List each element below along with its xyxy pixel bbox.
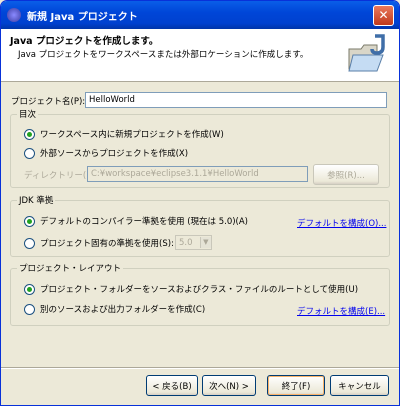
finish-button[interactable]: 終了(F) (267, 375, 325, 396)
option-project-compliance-label: プロジェクト固有の準拠を使用(S): (40, 239, 174, 249)
option-root-folder-label: プロジェクト・フォルダーをソースおよびクラス・ファイルのルートとして使用(U) (40, 285, 359, 295)
close-button[interactable]: ✕ (373, 5, 394, 26)
compliance-select[interactable]: 5.0 ▼ (175, 235, 212, 250)
window-title: 新規 Java プロジェクト (27, 12, 138, 23)
configure-jdk-link[interactable]: デフォルトを構成(O)... (297, 217, 386, 229)
option-project-compliance[interactable]: プロジェクト固有の準拠を使用(S): (24, 237, 174, 249)
wizard-banner: Java プロジェクトを作成します。 Java プロジェクトをワークスペースまた… (1, 29, 399, 82)
radio-selected-icon (24, 128, 35, 140)
chevron-down-icon: ▼ (199, 237, 211, 248)
project-name-label: プロジェクト名(P): (11, 97, 86, 107)
title-bar[interactable]: 新規 Java プロジェクト ✕ (1, 1, 399, 29)
option-root-folder[interactable]: プロジェクト・フォルダーをソースおよびクラス・ファイルのルートとして使用(U) (24, 283, 358, 295)
eclipse-icon (7, 8, 21, 22)
browse-button[interactable]: 参照(R)... (313, 164, 379, 185)
configure-layout-link[interactable]: デフォルトを構成(E)... (297, 305, 385, 317)
next-button[interactable]: 次へ(N) > (202, 375, 256, 396)
project-name-input[interactable] (85, 92, 387, 108)
radio-unselected-icon (24, 303, 35, 315)
radio-selected-icon (24, 283, 35, 295)
option-separate-folders-label: 別のソースおよび出力フォルダーを作成(C) (40, 305, 206, 315)
option-new-project[interactable]: ワークスペース内に新規プロジェクトを作成(W) (24, 128, 224, 140)
option-new-project-label: ワークスペース内に新規プロジェクトを作成(W) (40, 130, 224, 140)
compliance-value: 5.0 (179, 237, 193, 248)
option-separate-folders[interactable]: 別のソースおよび出力フォルダーを作成(C) (24, 303, 205, 315)
directory-input[interactable] (87, 166, 308, 182)
radio-unselected-icon (24, 147, 35, 159)
banner-description: Java プロジェクトをワークスペースまたは外部ロケーションに作成します。 (18, 50, 309, 60)
option-external-source[interactable]: 外部ソースからプロジェクトを作成(X) (24, 147, 188, 159)
new-java-project-dialog: 新規 Java プロジェクト ✕ Java プロジェクトを作成します。 Java… (0, 0, 400, 406)
radio-selected-icon (24, 215, 35, 227)
jdk-legend: JDK 準拠 (19, 196, 54, 206)
contents-legend: 目次 (19, 110, 37, 120)
footer-divider (1, 367, 399, 369)
cancel-button[interactable]: キャンセル (330, 375, 389, 396)
option-external-source-label: 外部ソースからプロジェクトを作成(X) (40, 149, 189, 159)
layout-legend: プロジェクト・レイアウト (19, 264, 122, 274)
option-default-compliance[interactable]: デフォルトのコンパイラー準拠を使用 (現在は 5.0)(A) (24, 215, 248, 227)
radio-unselected-icon (24, 237, 35, 249)
banner-heading: Java プロジェクトを作成します。 (10, 36, 159, 47)
option-default-compliance-label: デフォルトのコンパイラー準拠を使用 (現在は 5.0)(A) (40, 217, 249, 227)
java-project-icon (348, 34, 385, 72)
back-button[interactable]: < 戻る(B) (146, 375, 198, 396)
